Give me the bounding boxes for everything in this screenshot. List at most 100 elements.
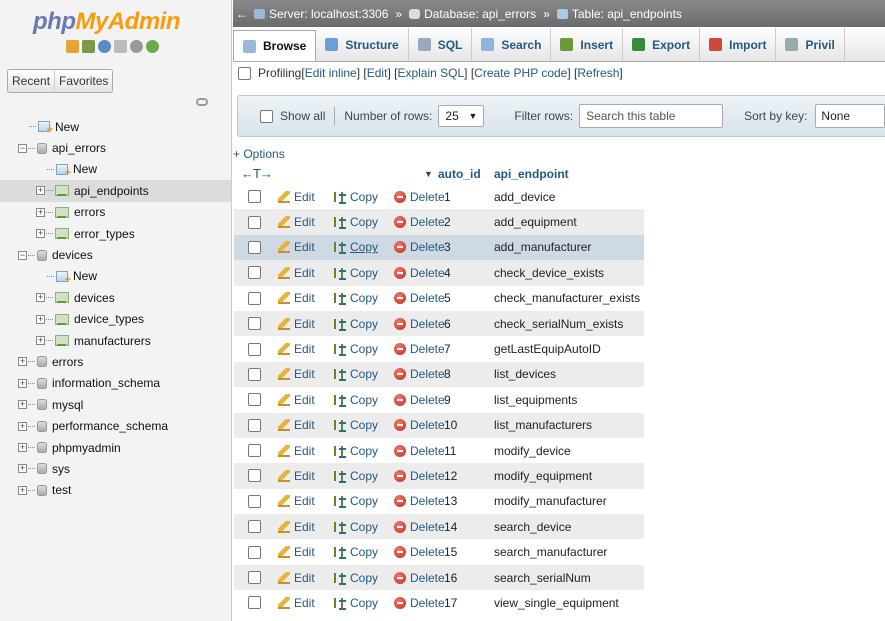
row-checkbox[interactable] [248, 494, 261, 508]
tree-node[interactable]: + test [0, 480, 231, 501]
expand-icon[interactable]: + [18, 421, 27, 431]
copy-row-button[interactable]: Copy [334, 494, 378, 509]
copy-row-button[interactable]: Copy [334, 367, 378, 382]
tree-node[interactable]: − api_errors [0, 137, 231, 158]
delete-row-button[interactable]: Delete [394, 444, 445, 458]
row-checkbox[interactable] [248, 317, 261, 331]
recent-tab[interactable]: Recent [8, 70, 54, 92]
delete-row-button[interactable]: Delete [394, 418, 445, 432]
edit-row-button[interactable]: Edit [278, 266, 315, 280]
edit-row-button[interactable]: Edit [278, 342, 315, 356]
delete-row-button[interactable]: Delete [394, 317, 445, 331]
row-checkbox[interactable] [248, 215, 261, 229]
expand-icon[interactable]: + [36, 229, 45, 239]
delete-row-button[interactable]: Delete [394, 596, 445, 610]
edit-row-button[interactable]: Edit [278, 545, 315, 559]
row-checkbox[interactable] [248, 240, 261, 254]
copy-row-button[interactable]: Copy [334, 545, 378, 560]
edit-row-button[interactable]: Edit [278, 494, 315, 508]
expand-icon[interactable]: + [18, 485, 27, 495]
row-checkbox[interactable] [248, 291, 261, 305]
show-all-toggle[interactable]: Show all [260, 109, 325, 123]
home-icon[interactable] [66, 40, 79, 53]
profiling-link[interactable]: Edit inline [305, 66, 357, 80]
tab-privil[interactable]: Privil [776, 28, 845, 61]
filter-rows-input[interactable] [579, 104, 724, 128]
row-checkbox[interactable] [248, 444, 261, 458]
copy-row-button[interactable]: Copy [334, 393, 378, 407]
copy-row-button[interactable]: Copy [334, 444, 378, 458]
profiling-link[interactable]: Refresh [577, 66, 619, 80]
expand-icon[interactable]: + [36, 207, 45, 217]
expand-icon[interactable]: + [36, 336, 45, 346]
copy-row-button[interactable]: Copy [334, 240, 378, 255]
edit-row-button[interactable]: Edit [278, 240, 315, 254]
tree-node[interactable]: + api_endpoints [0, 180, 231, 202]
options-link[interactable]: + Options [233, 147, 285, 161]
copy-row-button[interactable]: Copy [334, 317, 378, 331]
collapse-icon[interactable]: − [18, 143, 27, 153]
settings-gear-icon[interactable] [130, 40, 143, 53]
options-toggle[interactable]: + Options [233, 147, 285, 161]
tree-node[interactable]: New [0, 159, 231, 180]
expand-icon[interactable]: + [18, 378, 27, 388]
tree-node[interactable]: + sys [0, 458, 231, 479]
row-checkbox[interactable] [248, 393, 261, 407]
column-header-api-endpoint[interactable]: api_endpoint [494, 167, 569, 181]
delete-row-button[interactable]: Delete [394, 240, 445, 254]
copy-row-button[interactable]: Copy [334, 571, 378, 585]
delete-row-button[interactable]: Delete [394, 520, 445, 534]
row-checkbox[interactable] [248, 520, 261, 534]
delete-row-button[interactable]: Delete [394, 571, 445, 585]
delete-row-button[interactable]: Delete [394, 342, 445, 356]
expand-icon[interactable]: + [18, 443, 27, 453]
row-checkbox[interactable] [248, 469, 261, 483]
edit-row-button[interactable]: Edit [278, 317, 315, 331]
row-checkbox[interactable] [248, 596, 261, 610]
edit-row-button[interactable]: Edit [278, 418, 315, 432]
tree-node[interactable]: + errors [0, 202, 231, 223]
tree-node[interactable]: + errors [0, 351, 231, 372]
row-checkbox[interactable] [248, 190, 261, 204]
row-checkbox[interactable] [248, 266, 261, 280]
profiling-link[interactable]: Edit [367, 66, 388, 80]
tab-export[interactable]: Export [623, 28, 701, 61]
delete-row-button[interactable]: Delete [394, 545, 445, 559]
tree-node[interactable]: + error_types [0, 223, 231, 244]
tree-node[interactable]: + devices [0, 287, 231, 308]
row-checkbox[interactable] [248, 418, 261, 432]
profiling-checkbox[interactable] [238, 66, 251, 80]
tree-node[interactable]: + information_schema [0, 373, 231, 394]
breadcrumb-server[interactable]: Server: localhost:3306 [254, 7, 388, 21]
collapse-arrow-icon[interactable]: ← [236, 7, 248, 21]
copy-row-button[interactable]: Copy [334, 266, 378, 280]
tab-structure[interactable]: Structure [316, 28, 409, 61]
edit-row-button[interactable]: Edit [278, 444, 315, 458]
edit-row-button[interactable]: Edit [278, 367, 315, 381]
copy-row-button[interactable]: Copy [334, 190, 378, 204]
favorites-tab[interactable]: Favorites [54, 70, 112, 92]
collapse-icon[interactable]: − [18, 250, 27, 260]
copy-row-button[interactable]: Copy [334, 418, 378, 433]
expand-icon[interactable]: + [18, 464, 27, 474]
copy-row-button[interactable]: Copy [334, 215, 378, 230]
row-checkbox[interactable] [248, 545, 261, 559]
docs-icon[interactable] [114, 40, 127, 53]
profiling-link[interactable]: Create PHP code [474, 66, 567, 80]
tab-search[interactable]: Search [472, 28, 552, 61]
delete-row-button[interactable]: Delete [394, 393, 445, 407]
profiling-link[interactable]: Explain SQL [397, 66, 464, 80]
delete-row-button[interactable]: Delete [394, 266, 445, 280]
tree-node[interactable]: New [0, 116, 231, 137]
expand-icon[interactable]: + [36, 186, 45, 196]
row-checkbox[interactable] [248, 367, 261, 381]
delete-row-button[interactable]: Delete [394, 291, 445, 305]
edit-row-button[interactable]: Edit [278, 520, 315, 534]
copy-row-button[interactable]: Copy [334, 520, 378, 534]
edit-row-button[interactable]: Edit [278, 571, 315, 585]
edit-row-button[interactable]: Edit [278, 291, 315, 305]
sort-desc-icon[interactable]: ▼ [424, 169, 433, 179]
expand-icon[interactable]: + [36, 293, 45, 303]
phpmyadmin-logo[interactable]: phpMyAdmin [33, 8, 181, 36]
logout-icon[interactable] [82, 40, 95, 53]
